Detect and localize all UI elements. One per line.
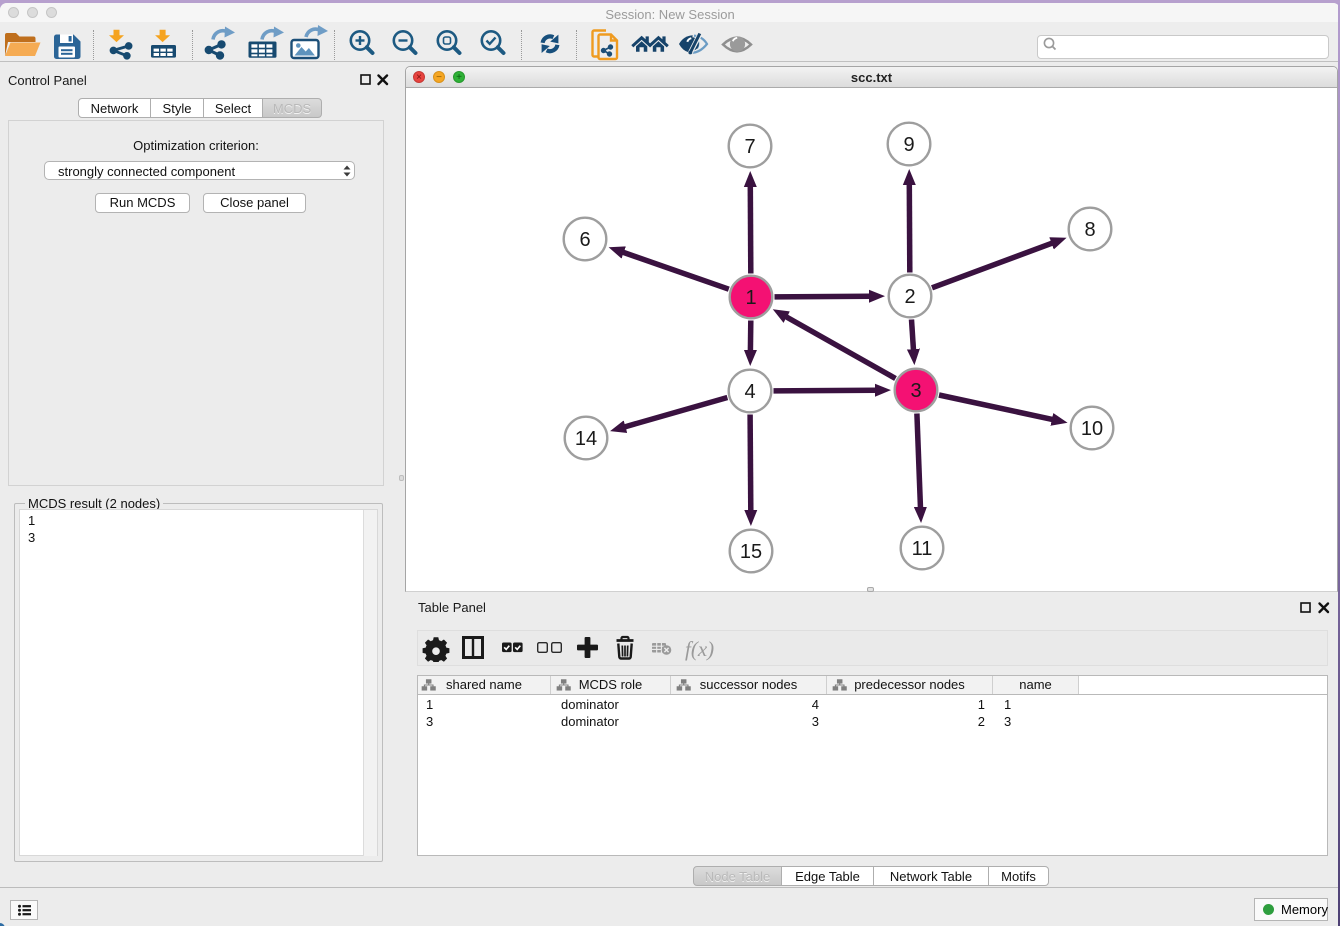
svg-text:2: 2 — [904, 286, 915, 308]
svg-text:6: 6 — [579, 229, 590, 251]
svg-text:8: 8 — [1084, 219, 1095, 241]
svg-text:1: 1 — [745, 287, 756, 309]
svg-text:3: 3 — [910, 380, 921, 402]
svg-text:4: 4 — [744, 381, 755, 403]
svg-text:9: 9 — [903, 134, 914, 156]
svg-text:14: 14 — [575, 428, 597, 450]
svg-text:11: 11 — [912, 538, 933, 560]
svg-text:7: 7 — [744, 136, 755, 158]
svg-text:15: 15 — [740, 541, 762, 563]
svg-text:10: 10 — [1081, 418, 1103, 440]
svg-text:f(x): f(x) — [685, 637, 714, 661]
